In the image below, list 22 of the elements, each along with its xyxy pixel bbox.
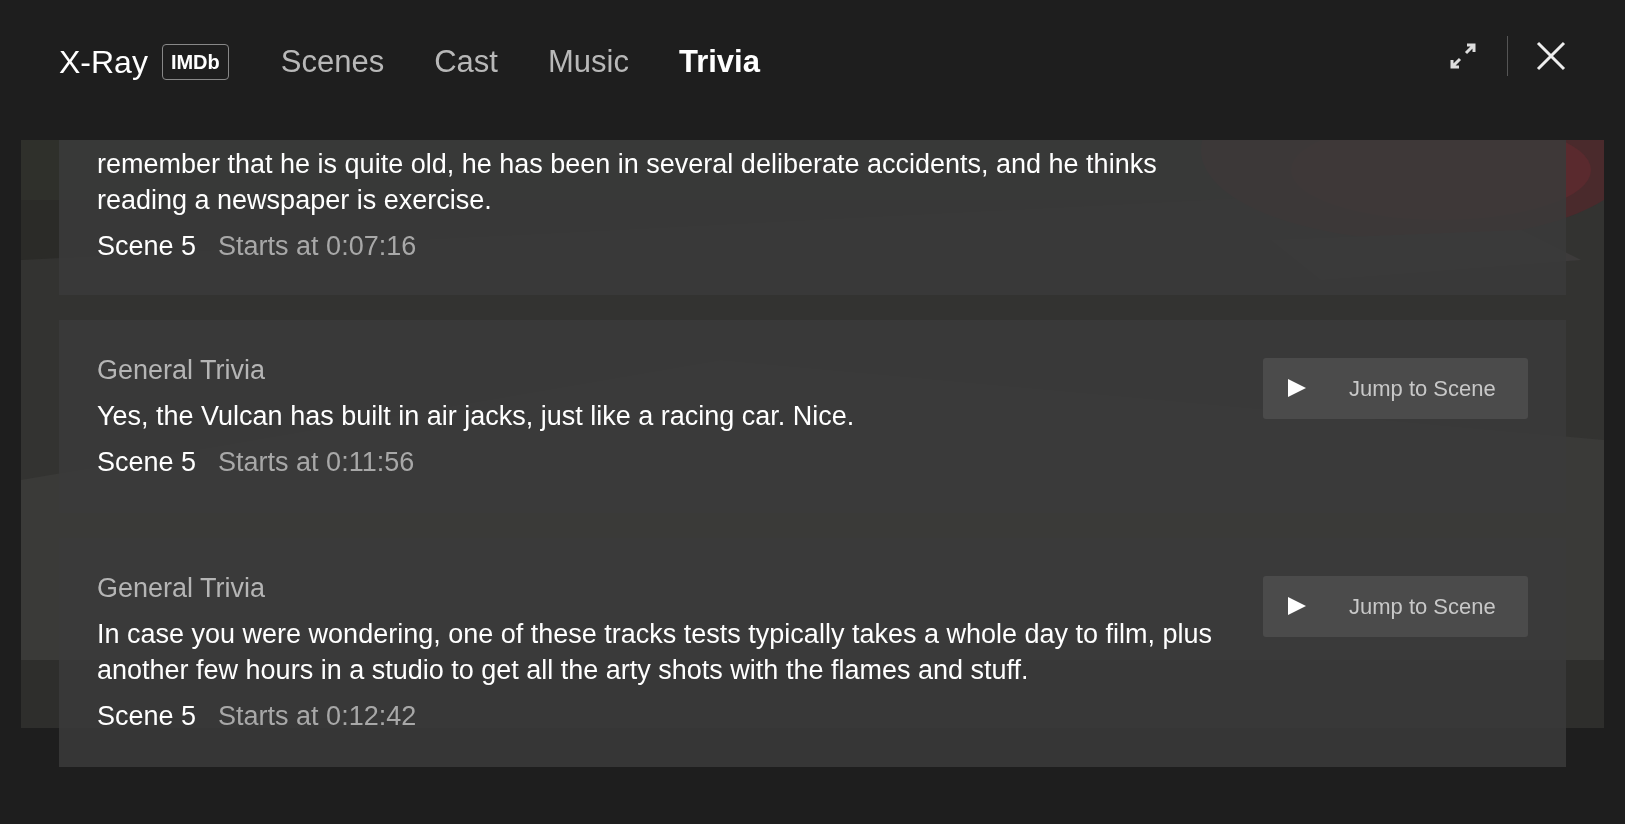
start-time: Starts at 0:12:42 <box>218 700 417 733</box>
tab[interactable]: Cast <box>434 40 498 84</box>
scene-label: Scene 5 <box>97 446 197 479</box>
scene-label: Scene 5 <box>97 700 197 733</box>
close-icon[interactable] <box>1536 41 1566 71</box>
trivia-category: General Trivia <box>97 571 267 605</box>
trivia-category: General Trivia <box>97 353 267 387</box>
jump-to-scene-button[interactable]: Jump to Scene <box>1263 357 1528 419</box>
trivia-text: Yes, the Vulcan has built in air jacks, just like a racing car. Nice. <box>97 400 856 433</box>
tab[interactable]: Scenes <box>280 40 385 84</box>
play-icon <box>1287 378 1307 398</box>
tab[interactable]: Trivia <box>678 40 760 84</box>
start-time: Starts at 0:11:56 <box>218 446 415 479</box>
trivia-text: remember that he is quite old, he has been in several deliberate accidents, and he thinks reading a newspaper is exercise. <box>97 148 1158 217</box>
app-title: X-Ray <box>59 43 148 82</box>
tab[interactable]: Music <box>547 40 629 84</box>
jump-to-scene-button[interactable]: Jump to Scene <box>1263 575 1528 637</box>
trivia-text: In case you were wondering, one of these tracks tests typically takes a whole day to film, plus another few hours in a studio to get all the arty shots with the flames and stuff. <box>97 618 1214 687</box>
imdb-badge: IMDb <box>161 44 229 80</box>
scene-label: Scene 5 <box>97 230 197 263</box>
start-time: Starts at 0:07:16 <box>218 230 417 263</box>
play-icon <box>1287 596 1307 616</box>
